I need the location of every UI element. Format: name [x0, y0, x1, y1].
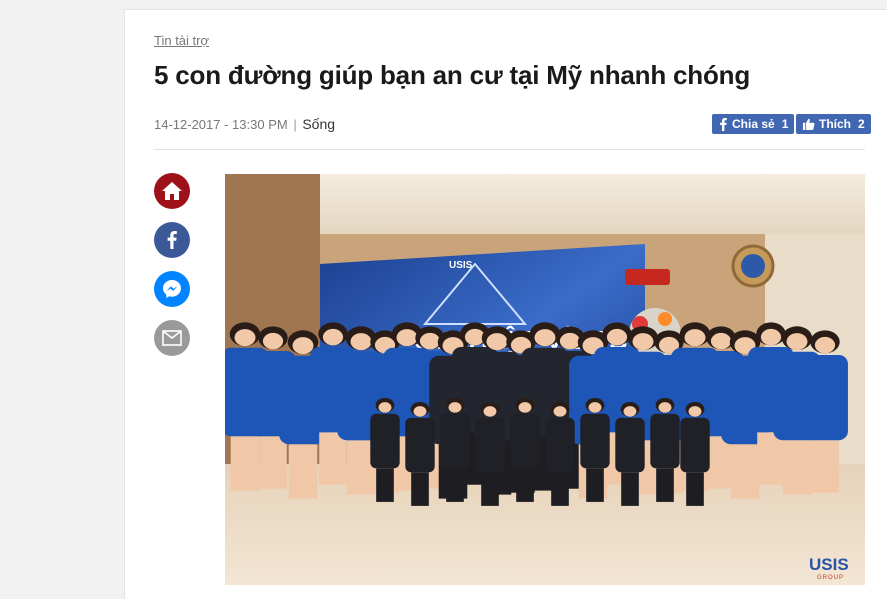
publish-datetime: 14-12-2017 - 13:30 PM [154, 117, 288, 132]
share-label: Chia sẻ [732, 117, 775, 131]
home-icon [162, 182, 182, 200]
article-photo: SỰ THẬT VỀ EB-5 USIS USIS GROUP [225, 174, 865, 585]
meta-separator: | [293, 117, 297, 132]
header-divider [154, 149, 865, 150]
article-meta: 14-12-2017 - 13:30 PM | Sống [154, 116, 335, 132]
facebook-share-button[interactable]: Chia sẻ 1 [712, 114, 795, 134]
messenger-icon [163, 280, 181, 298]
photo-logo-text: USIS [809, 555, 849, 574]
messenger-share-button[interactable] [154, 271, 190, 307]
facebook-f-icon [720, 117, 727, 131]
facebook-share-side-button[interactable] [154, 222, 190, 258]
article-title: 5 con đường giúp bạn an cư tại Mỹ nhanh … [154, 60, 751, 90]
like-count: 2 [858, 117, 865, 131]
category-link[interactable]: Tin tài trợ [154, 33, 209, 48]
facebook-icon [167, 231, 177, 249]
photo-logo-subtext: GROUP [817, 575, 844, 581]
home-button[interactable] [154, 173, 190, 209]
article-card: Tin tài trợ 5 con đường giúp bạn an cư t… [124, 9, 887, 599]
mail-icon [162, 330, 182, 346]
section-link[interactable]: Sống [302, 116, 335, 132]
like-label: Thích [819, 117, 851, 131]
banner-logo-text: USIS [449, 260, 473, 271]
thumbs-up-icon [802, 118, 815, 130]
facebook-like-button[interactable]: Thích 2 [796, 114, 871, 134]
share-count: 1 [781, 117, 789, 131]
email-share-button[interactable] [154, 320, 190, 356]
share-sidebar [154, 173, 190, 369]
